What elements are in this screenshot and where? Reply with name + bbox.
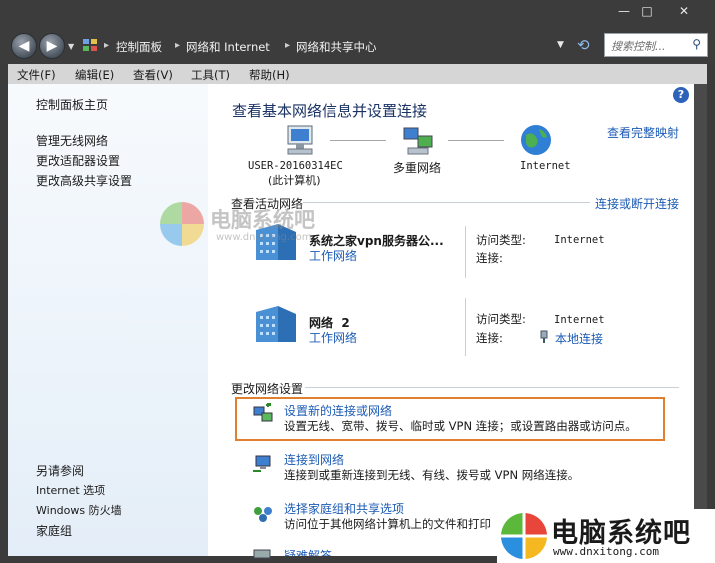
network-2-connection-label: 连接: xyxy=(476,331,503,345)
breadcrumb-network-sharing-center[interactable]: 网络和共享中心 xyxy=(296,39,377,55)
history-dropdown-icon[interactable]: ▼ xyxy=(68,42,74,51)
close-button[interactable]: ✕ xyxy=(671,2,697,20)
watermark-logo-icon xyxy=(160,202,204,246)
watermark-bottom: 电脑系统吧 www.dnxitong.com xyxy=(497,509,715,563)
address-dropdown-icon[interactable]: ▼ xyxy=(557,40,564,50)
network-building-icon xyxy=(256,306,296,342)
connect-to-network-desc: 连接到或重新连接到无线、有线、拨号或 VPN 网络连接。 xyxy=(284,468,580,482)
refresh-icon[interactable]: ⟲ xyxy=(577,36,590,54)
menu-bar: 文件(F) 编辑(E) 查看(V) 工具(T) 帮助(H) xyxy=(8,64,707,84)
map-connector xyxy=(330,140,386,141)
vertical-scrollbar[interactable] xyxy=(694,84,707,556)
homegroup-sharing-link[interactable]: 选择家庭组和共享选项 xyxy=(284,500,404,517)
troubleshoot-link[interactable]: 疑难解答 xyxy=(284,547,332,556)
network-2-access-label: 访问类型: xyxy=(476,312,526,326)
setup-connection-link[interactable]: 设置新的连接或网络 xyxy=(284,402,392,419)
network-1-access-label: 访问类型: xyxy=(476,233,526,247)
manage-wireless-link[interactable]: 管理无线网络 xyxy=(36,132,108,149)
page-title: 查看基本网络信息并设置连接 xyxy=(232,102,428,120)
map-connector xyxy=(448,140,504,141)
breadcrumb-control-panel[interactable]: 控制面板 xyxy=(116,39,162,55)
network-2-type-link[interactable]: 工作网络 xyxy=(309,329,357,346)
title-bar: — □ ✕ xyxy=(0,0,715,28)
control-panel-home-link[interactable]: 控制面板主页 xyxy=(36,96,108,113)
search-input[interactable]: 搜索控制... ⚲ xyxy=(604,33,708,57)
menu-help[interactable]: 帮助(H) xyxy=(249,67,290,83)
forward-button[interactable]: ▶ xyxy=(39,33,65,59)
connect-to-network-icon xyxy=(253,455,271,472)
change-settings-title: 更改网络设置 xyxy=(231,382,304,396)
multiple-networks-icon xyxy=(403,127,433,155)
advanced-sharing-link[interactable]: 更改高级共享设置 xyxy=(36,172,132,189)
homegroup-link[interactable]: 家庭组 xyxy=(36,522,72,539)
this-computer-label: (此计算机) xyxy=(268,174,321,187)
search-placeholder: 搜索控制... xyxy=(611,40,666,53)
breadcrumb-separator: ▸ xyxy=(175,40,181,51)
menu-view[interactable]: 查看(V) xyxy=(133,67,173,83)
menu-tools[interactable]: 工具(T) xyxy=(191,67,230,83)
breadcrumb-network-internet[interactable]: 网络和 Internet xyxy=(186,39,270,55)
watermark-top-url: www.dnxitong.com xyxy=(216,232,312,243)
computer-icon xyxy=(287,125,313,155)
menu-edit[interactable]: 编辑(E) xyxy=(75,67,114,83)
breadcrumb-separator: ▸ xyxy=(285,40,291,51)
setup-connection-icon xyxy=(253,403,273,422)
internet-options-link[interactable]: Internet 选项 xyxy=(36,482,105,498)
local-connection-icon xyxy=(540,330,548,343)
network-1-access-value: Internet xyxy=(554,234,605,246)
internet-globe-icon xyxy=(521,125,551,155)
see-full-map-link[interactable]: 查看完整映射 xyxy=(607,124,679,141)
maximize-button[interactable]: □ xyxy=(634,2,660,20)
watermark-top-text: 电脑系统吧 xyxy=(210,208,315,232)
network-2-access-value: Internet xyxy=(554,314,605,326)
internet-label: Internet xyxy=(520,160,571,172)
watermark-bottom-url: www.dnxitong.com xyxy=(553,545,659,558)
setup-connection-desc: 设置无线、宽带、拨号、临时或 VPN 连接；或设置路由器或访问点。 xyxy=(284,419,637,433)
computer-name-label: USER-20160314EC xyxy=(248,160,343,172)
divider xyxy=(465,226,466,278)
homegroup-icon xyxy=(254,507,272,522)
network-1-connection-label: 连接: xyxy=(476,251,503,265)
connect-disconnect-link[interactable]: 连接或断开连接 xyxy=(595,195,679,212)
homegroup-sharing-desc: 访问位于其他网络计算机上的文件和打印 xyxy=(284,517,491,531)
windows-firewall-link[interactable]: Windows 防火墙 xyxy=(36,502,122,518)
back-button[interactable]: ◀ xyxy=(11,33,37,59)
change-adapter-link[interactable]: 更改适配器设置 xyxy=(36,152,120,169)
multiple-networks-label: 多重网络 xyxy=(393,161,442,175)
troubleshoot-icon xyxy=(253,549,271,559)
watermark-top: 电脑系统吧 www.dnxitong.com xyxy=(158,200,378,252)
connect-to-network-link[interactable]: 连接到网络 xyxy=(284,451,344,468)
search-icon[interactable]: ⚲ xyxy=(692,37,701,51)
section-rule xyxy=(305,387,679,388)
divider xyxy=(465,298,466,356)
see-also-title: 另请参阅 xyxy=(36,464,85,478)
local-connection-link[interactable]: 本地连接 xyxy=(555,330,603,347)
control-panel-icon xyxy=(83,39,97,51)
menu-file[interactable]: 文件(F) xyxy=(17,67,56,83)
watermark-logo-icon xyxy=(501,513,547,559)
help-icon[interactable]: ? xyxy=(673,87,689,103)
breadcrumb-separator: ▸ xyxy=(104,40,110,51)
